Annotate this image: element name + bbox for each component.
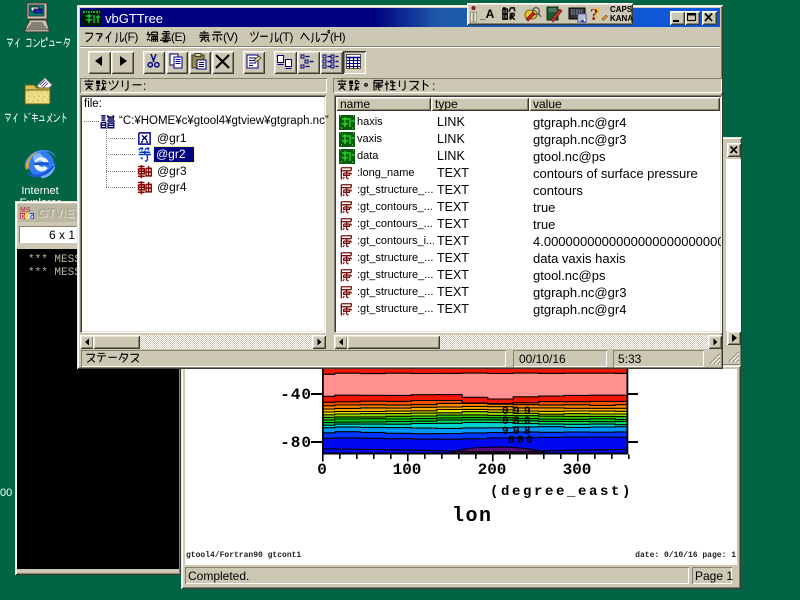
- svg-text:MS: MS: [20, 207, 31, 214]
- svg-text:DOS: DOS: [21, 215, 34, 221]
- svg-text:?: ?: [593, 4, 602, 23]
